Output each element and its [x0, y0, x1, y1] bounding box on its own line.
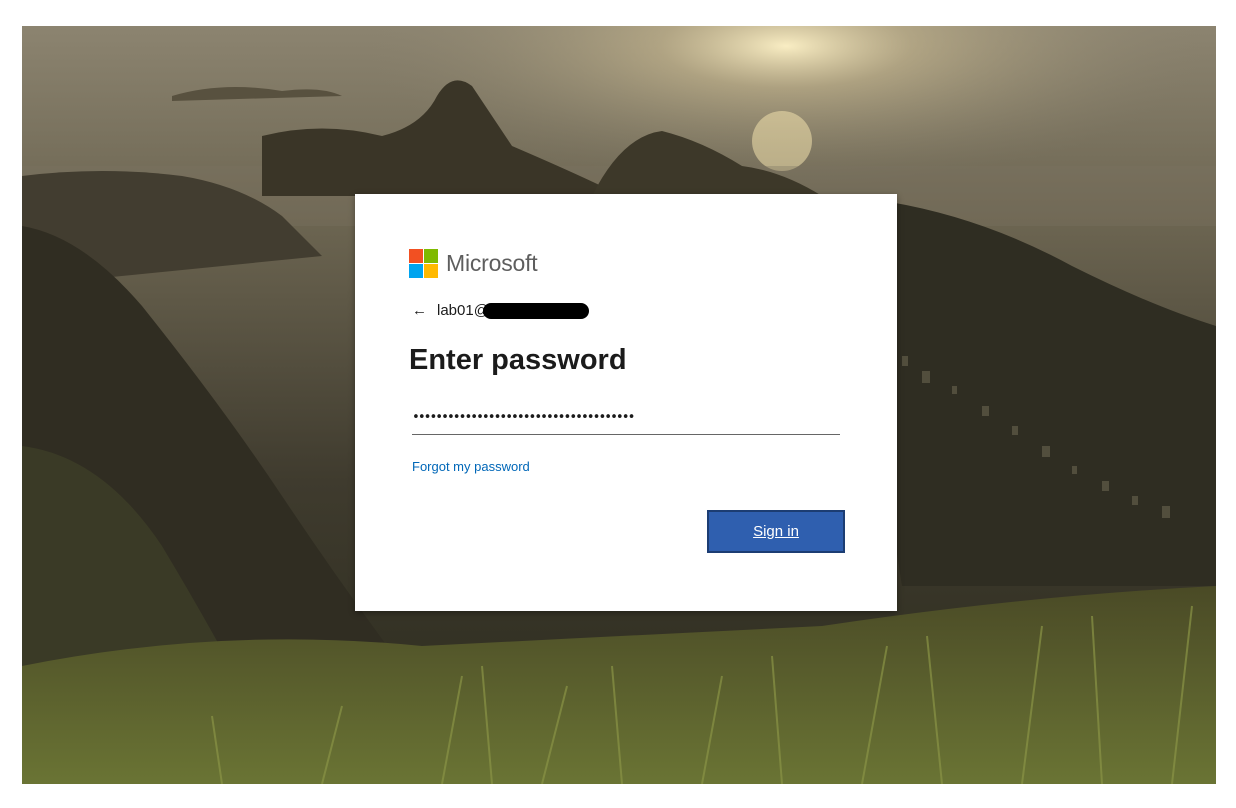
password-input[interactable]: [412, 400, 840, 435]
brand-name: Microsoft: [446, 249, 538, 276]
logo-green-square: [424, 248, 438, 263]
back-arrow-icon: ←: [412, 302, 427, 319]
redacted-email: [482, 302, 589, 319]
forgot-password-link[interactable]: Forgot my password: [412, 459, 530, 474]
signin-card: Microsoft ← lab01@ Enter password Forgot…: [355, 194, 897, 611]
brand: Microsoft: [409, 248, 538, 278]
identity-back-button[interactable]: ← lab01@: [412, 302, 589, 319]
signin-button[interactable]: Sign in: [707, 510, 845, 553]
logo-blue-square: [409, 263, 423, 278]
page-title: Enter password: [409, 344, 627, 376]
logo-red-square: [409, 248, 423, 263]
microsoft-logo-icon: [409, 248, 438, 278]
username-label: lab01@: [437, 302, 489, 319]
login-background: Microsoft ← lab01@ Enter password Forgot…: [22, 26, 1216, 784]
logo-yellow-square: [424, 263, 438, 278]
